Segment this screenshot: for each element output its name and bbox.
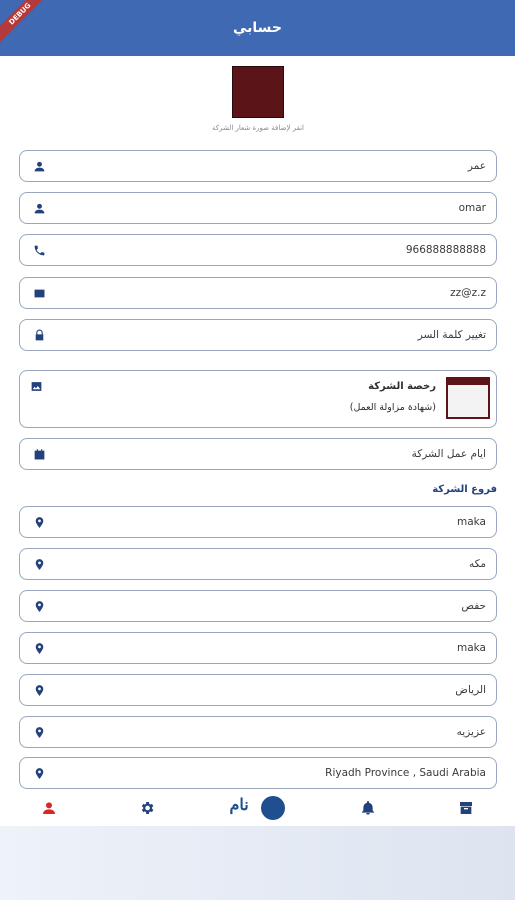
branch-field-5[interactable]: الرياض [19,674,497,706]
last-name-field[interactable]: omar [19,192,497,224]
person-icon [32,159,46,173]
branch-value: maka [457,642,486,654]
box-icon [459,802,472,814]
branch-value: maka [457,516,486,528]
change-password-field[interactable]: تغيير كلمة السر [19,319,497,351]
license-subtitle: (شهادة مزاولة العمل) [349,402,436,413]
nav-orders-button[interactable] [446,793,486,823]
location-pin-icon [32,683,46,697]
branch-field-7[interactable]: Riyadh Province , Saudi Arabia [19,757,497,789]
nav-settings-button[interactable] [127,793,167,823]
first-name-field[interactable]: عمر [19,150,497,182]
branch-field-1[interactable]: maka [19,506,497,538]
lock-icon [32,328,46,342]
gear-icon [142,802,154,814]
location-pin-icon [32,557,46,571]
location-pin-icon [32,641,46,655]
nav-profile-button[interactable] [29,793,69,823]
bell-icon [361,801,374,815]
work-days-label: ايام عمل الشركة [411,448,486,460]
logo-caption: انقر لإضافة صورة شعار الشركة [212,124,304,132]
email-value: zz@z.z [450,287,486,299]
location-pin-icon [32,599,46,613]
branch-field-4[interactable]: maka [19,632,497,664]
license-title: رخصة الشركة [368,381,436,392]
person-icon [32,201,46,215]
company-license-card[interactable]: رخصة الشركة (شهادة مزاولة العمل) [19,370,497,428]
calendar-icon [32,447,46,461]
cart-icon [261,796,286,820]
branch-value: الرياض [455,684,486,696]
change-password-label: تغيير كلمة السر [417,329,486,341]
phone-icon [32,243,46,257]
branch-value: عزيزيه [456,726,486,738]
phone-field[interactable]: 966888888888 [19,234,497,266]
email-field[interactable]: zz@z.z [19,277,497,309]
branches-section-label: فروع الشركة [432,484,497,495]
image-icon[interactable] [30,378,44,392]
location-pin-icon [32,766,46,780]
email-icon [32,286,46,300]
location-pin-icon [32,515,46,529]
bottom-background [0,826,515,900]
branch-value: حفص [461,600,486,612]
branch-field-6[interactable]: عزيزيه [19,716,497,748]
brand-logo-text: نام [229,795,249,814]
branch-field-3[interactable]: حفص [19,590,497,622]
nav-notifications-button[interactable] [348,793,388,823]
phone-value: 966888888888 [405,244,486,256]
location-pin-icon [32,725,46,739]
license-thumbnail[interactable] [446,377,490,419]
first-name-value: عمر [467,160,486,172]
nav-home-logo-button[interactable]: نام [225,793,289,823]
company-logo-image[interactable] [232,66,284,118]
branch-field-2[interactable]: مكه [19,548,497,580]
page-title: حسابي [232,20,282,36]
debug-banner: DEBUG [0,0,60,54]
bottom-navigation: نام [0,790,515,826]
app-bar: DEBUG حسابي [0,0,515,56]
person-icon [43,802,56,814]
work-days-field[interactable]: ايام عمل الشركة [19,438,497,470]
last-name-value: omar [458,202,486,214]
branch-value: Riyadh Province , Saudi Arabia [325,767,486,779]
branch-value: مكه [468,558,486,570]
